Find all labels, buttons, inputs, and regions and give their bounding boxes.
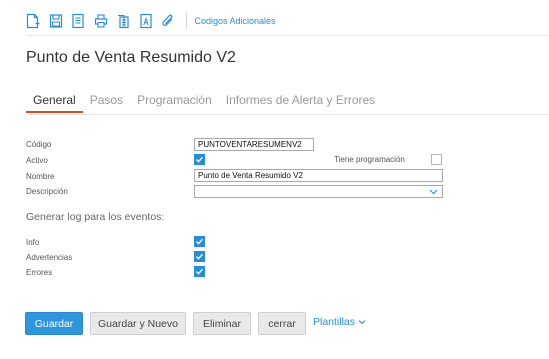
codigo-label: Código [26, 140, 52, 149]
plantillas-dropdown[interactable]: Plantillas [313, 316, 366, 328]
print-icon[interactable] [94, 13, 108, 29]
log-section-title: Generar log para los eventos: [26, 211, 165, 223]
tab-general[interactable]: General [26, 93, 83, 113]
toolbar: Codigos Adicionales [26, 10, 276, 32]
activo-label: Activo [26, 156, 48, 165]
page-title: Punto de Venta Resumido V2 [26, 49, 236, 66]
toolbar-separator [185, 13, 187, 29]
document-list-icon[interactable] [71, 13, 85, 29]
chevron-down-icon [429, 189, 438, 195]
eliminar-button[interactable]: Eliminar [193, 312, 251, 335]
errores-checkbox[interactable] [194, 266, 205, 277]
check-icon [196, 268, 204, 275]
check-icon [196, 156, 204, 163]
errores-label: Errores [26, 268, 53, 277]
tab-divider [26, 114, 549, 115]
info-label: Info [26, 238, 40, 247]
toolbar-divider [26, 35, 549, 36]
new-document-icon[interactable] [26, 13, 40, 29]
tab-programacion[interactable]: Programación [130, 93, 219, 113]
chevron-down-icon [358, 320, 366, 325]
activo-checkbox[interactable] [194, 154, 205, 165]
info-checkbox[interactable] [194, 236, 205, 247]
documents-icon[interactable] [116, 13, 130, 29]
advertencias-checkbox[interactable] [194, 251, 205, 262]
save-icon[interactable] [49, 13, 63, 29]
codigo-field[interactable]: PUNTOVENTARESUMENV2 [194, 138, 314, 151]
attachment-icon[interactable] [161, 13, 175, 29]
advertencias-label: Advertencias [26, 253, 73, 262]
nombre-label: Nombre [26, 172, 55, 181]
descripcion-field[interactable] [194, 185, 443, 198]
tiene-programacion-checkbox[interactable] [431, 154, 442, 165]
check-icon [196, 238, 204, 245]
check-icon [196, 253, 204, 260]
plantillas-label: Plantillas [313, 316, 356, 328]
tab-informes-alerta-errores[interactable]: Informes de Alerta y Errores [219, 93, 382, 113]
tab-pasos[interactable]: Pasos [83, 93, 130, 113]
codigos-adicionales-link[interactable]: Codigos Adicionales [195, 16, 276, 26]
guardar-button[interactable]: Guardar [25, 312, 83, 335]
tab-bar: General Pasos Programación Informes de A… [26, 93, 382, 113]
nombre-field[interactable]: Punto de Venta Resumido V2 [194, 169, 443, 182]
cerrar-button[interactable]: cerrar [258, 312, 306, 335]
text-document-icon[interactable] [139, 13, 153, 29]
tiene-programacion-label: Tiene programación [334, 155, 405, 164]
guardar-y-nuevo-button[interactable]: Guardar y Nuevo [90, 312, 186, 335]
descripcion-label: Descripción [26, 187, 68, 196]
